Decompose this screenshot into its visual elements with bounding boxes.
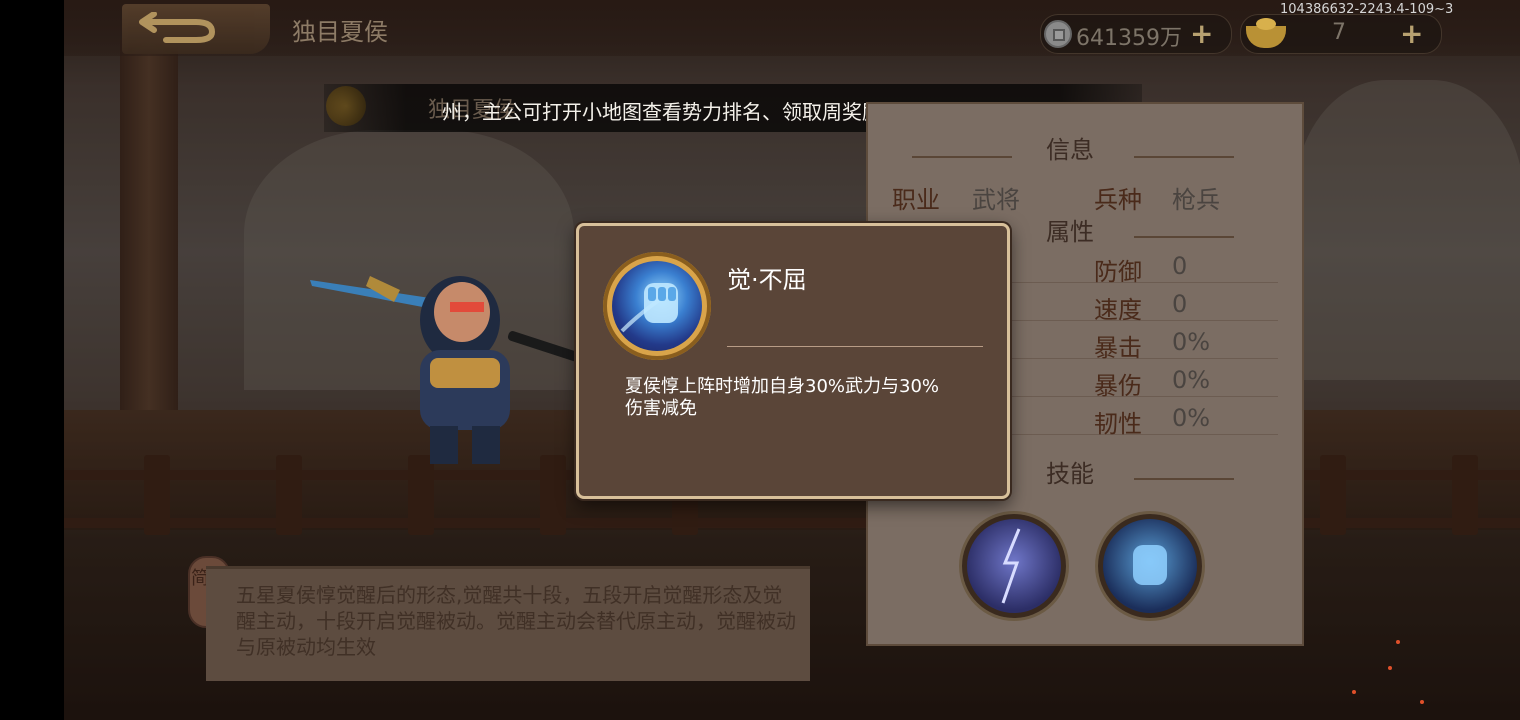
copper-amount: 641359万 xyxy=(1076,26,1182,51)
skill-name: 觉·不屈 xyxy=(727,266,807,294)
fist-skill-icon xyxy=(603,252,711,360)
lightning-icon xyxy=(1001,528,1021,604)
gold-amount: 7 xyxy=(1332,20,1346,45)
fist-icon xyxy=(1133,545,1167,585)
version-label: 104386632-2243.4-109~3 xyxy=(1280,2,1454,17)
fist-skill-icon[interactable] xyxy=(1098,514,1202,618)
skill-detail-popup[interactable]: 觉·不屈 夏侯惇上阵时增加自身30%武力与30%伤害减免 xyxy=(576,223,1010,499)
skills-title: 技能 xyxy=(1046,460,1094,488)
skill-description: 夏侯惇上阵时增加自身30%武力与30%伤害减免 xyxy=(625,376,940,419)
skill-icon-art xyxy=(612,261,702,351)
attr-value: 0 xyxy=(1172,252,1188,280)
divider xyxy=(1134,156,1234,158)
attributes-title: 属性 xyxy=(1046,218,1094,246)
divider xyxy=(1134,478,1234,480)
copper-coin-icon xyxy=(1044,20,1072,48)
info-section-title: 信息 xyxy=(1046,136,1094,164)
divider xyxy=(1134,236,1234,238)
add-copper-button[interactable]: + xyxy=(1190,20,1213,48)
attr-value: 0% xyxy=(1172,366,1211,394)
back-button[interactable] xyxy=(122,4,270,54)
attr-value: 0% xyxy=(1172,328,1211,356)
lightning-skill-icon[interactable] xyxy=(962,514,1066,618)
job-value: 武将 xyxy=(972,186,1020,214)
attr-value: 0 xyxy=(1172,290,1188,318)
intro-description: 五星夏侯惇觉醒后的形态,觉醒共十段，五段开启觉醒形态及觉醒主动，十段开启觉醒被动… xyxy=(236,583,796,659)
divider xyxy=(912,156,1012,158)
hero-character xyxy=(310,276,586,464)
page-title: 独目夏侯 xyxy=(292,18,388,46)
back-arrow-icon xyxy=(139,12,216,43)
add-gold-button[interactable]: + xyxy=(1400,20,1423,48)
troop-value: 枪兵 xyxy=(1172,186,1220,214)
job-label: 职业 xyxy=(892,186,940,214)
popup-divider xyxy=(727,346,983,347)
attr-value: 0% xyxy=(1172,404,1211,432)
fist-icon xyxy=(620,283,678,333)
troop-label: 兵种 xyxy=(1094,186,1142,214)
